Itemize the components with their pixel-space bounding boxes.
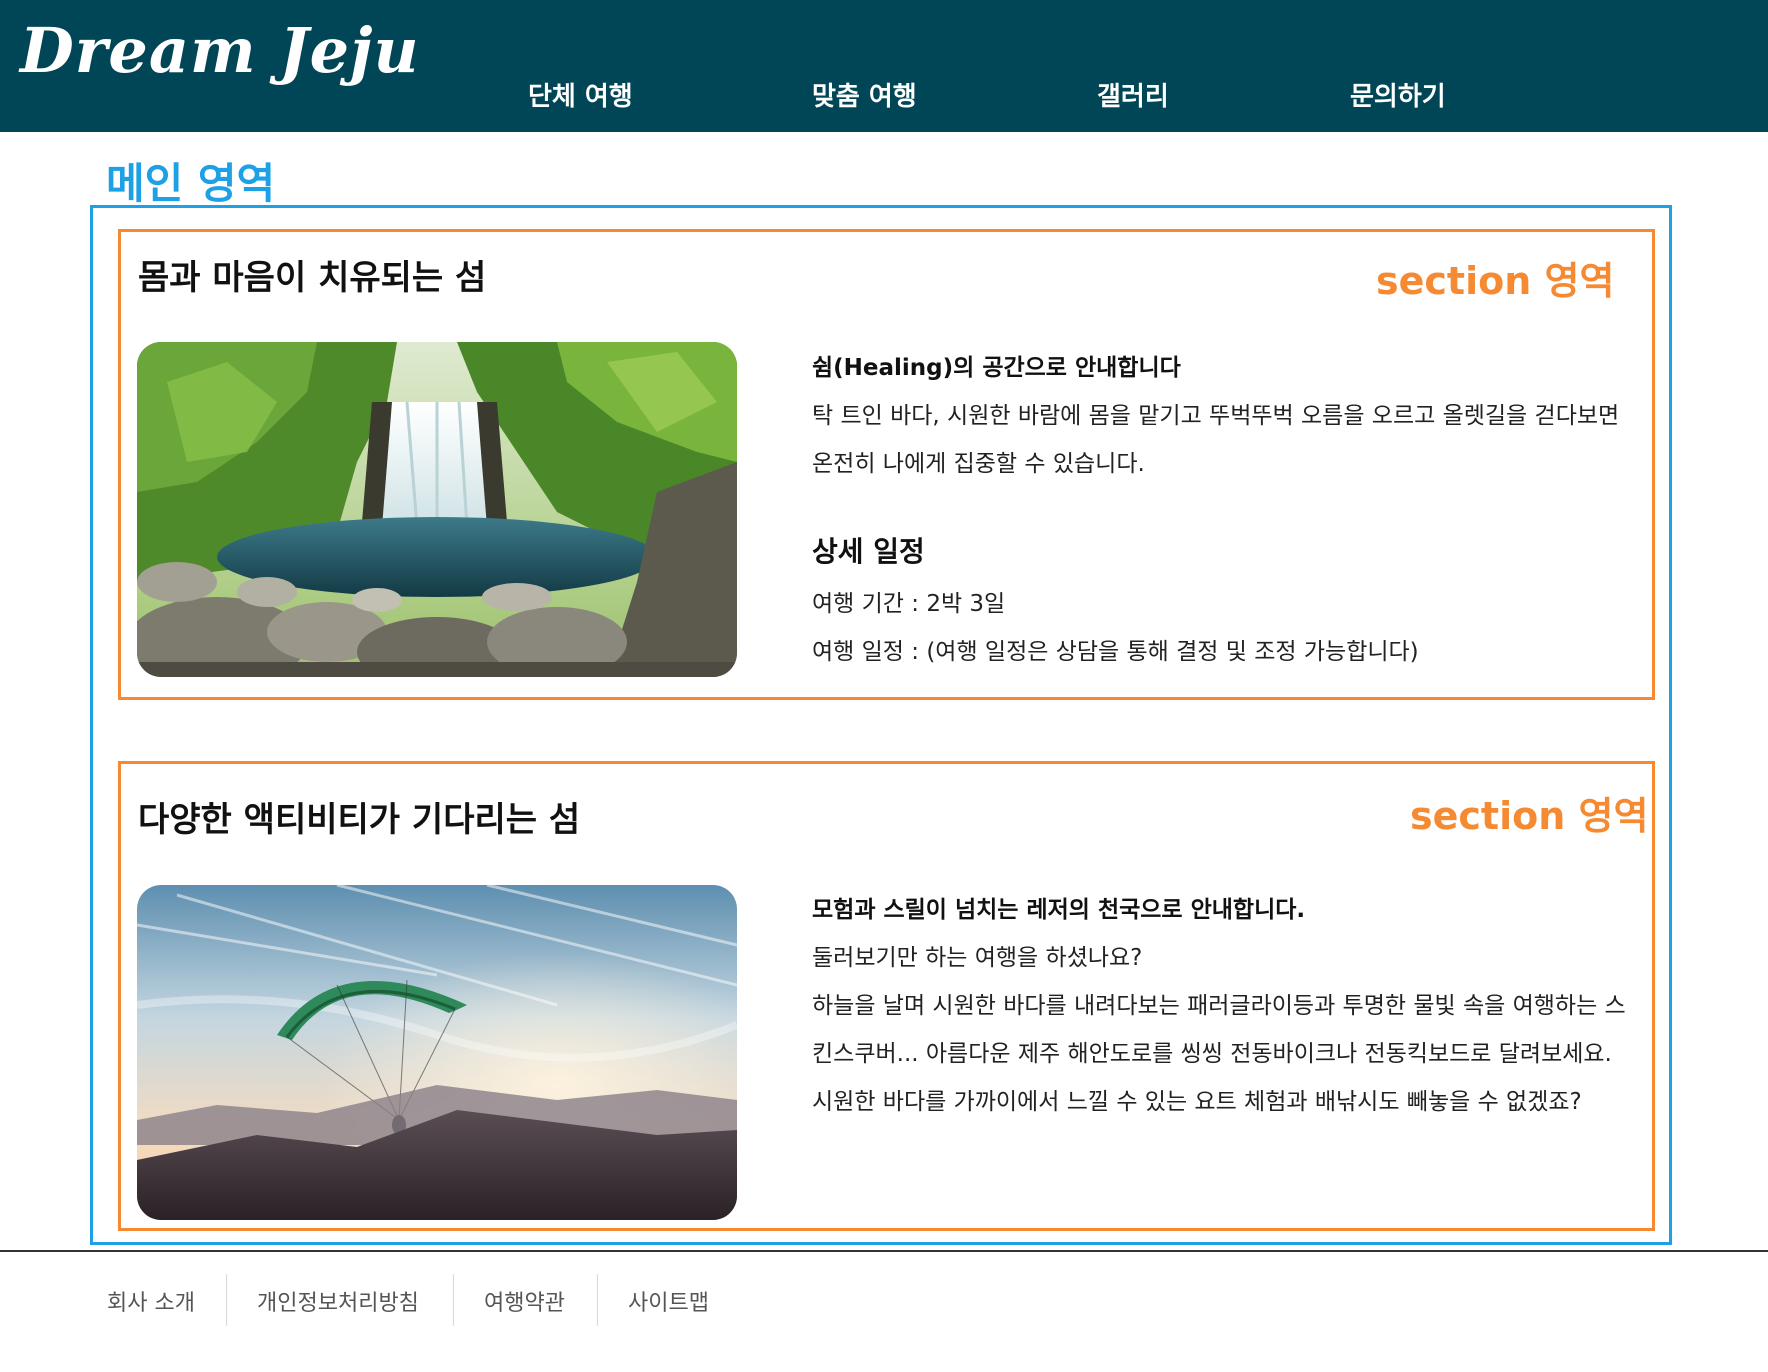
- detail-itinerary: 여행 일정 : (여행 일정은 상담을 통해 결정 및 조정 가능합니다): [812, 639, 1419, 665]
- section-area-label: section 영역: [1376, 259, 1615, 303]
- detail-schedule-list: 여행 기간 : 2박 3일 여행 일정 : (여행 일정은 상담을 통해 결정 …: [812, 580, 1632, 676]
- footer-link-privacy[interactable]: 개인정보처리방침: [257, 1278, 419, 1330]
- section-healing-body: 탁 트인 바다, 시원한 바람에 몸을 맡기고 뚜벅뚜벅 오름을 오르고 올렛길…: [812, 403, 1620, 477]
- nav-item-group-travel[interactable]: 단체 여행: [528, 76, 633, 113]
- section-activity-lead: 모험과 스릴이 넘치는 레저의 천국으로 안내합니다.: [812, 897, 1306, 923]
- paragliding-photo: [137, 885, 737, 1220]
- main-area-label: 메인 영역: [106, 159, 276, 208]
- site-header: Dream Jeju 단체 여행 맞춤 여행 갤러리 문의하기: [0, 0, 1768, 132]
- nav-item-gallery[interactable]: 갤러리: [1097, 76, 1169, 113]
- section-healing-description: 쉼(Healing)의 공간으로 안내합니다 탁 트인 바다, 시원한 바람에 …: [812, 344, 1632, 488]
- section-title-healing: 몸과 마음이 치유되는 섬: [138, 258, 487, 298]
- waterfall-photo: [137, 342, 737, 677]
- section-healing-lead: 쉼(Healing)의 공간으로 안내합니다: [812, 355, 1181, 381]
- footer-link-terms[interactable]: 여행약관: [484, 1278, 565, 1330]
- site-logo[interactable]: Dream Jeju: [20, 14, 420, 87]
- section-title-activity: 다양한 액티비티가 기다리는 섬: [138, 800, 581, 840]
- footer-divider: [0, 1250, 1768, 1252]
- footer-separator: [597, 1274, 598, 1326]
- footer-separator: [453, 1274, 454, 1326]
- footer-link-company[interactable]: 회사 소개: [107, 1278, 195, 1330]
- section-area-label: section 영역: [1410, 794, 1649, 838]
- nav-item-contact[interactable]: 문의하기: [1350, 76, 1446, 113]
- footer-link-sitemap[interactable]: 사이트맵: [628, 1278, 709, 1330]
- nav-item-custom-travel[interactable]: 맞춤 여행: [812, 76, 917, 113]
- section-activity-body: 하늘을 날며 시원한 바다를 내려다보는 패러글라이등과 투명한 물빛 속을 여…: [812, 993, 1626, 1115]
- detail-schedule-title: 상세 일정: [812, 535, 925, 568]
- section-activity-line1: 둘러보기만 하는 여행을 하셨나요?: [812, 945, 1143, 971]
- section-activity-description: 모험과 스릴이 넘치는 레저의 천국으로 안내합니다. 둘러보기만 하는 여행을…: [812, 886, 1632, 1126]
- footer-separator: [226, 1274, 227, 1326]
- detail-period: 여행 기간 : 2박 3일: [812, 591, 1006, 617]
